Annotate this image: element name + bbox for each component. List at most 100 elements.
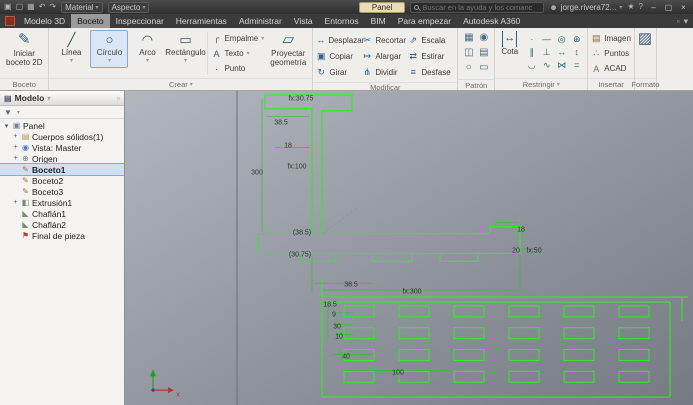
perpendicular-constraint-icon[interactable]: ⊥ (539, 46, 554, 59)
tree-item-vista-master[interactable]: + ◉ Vista: Master (0, 142, 124, 153)
circle-tool[interactable]: ○ Círculo ▾ (90, 30, 129, 68)
maximize-button[interactable]: ▢ (663, 3, 674, 12)
browser-header[interactable]: ▤ Modelo ▾ ▫ (0, 91, 124, 106)
line-tool[interactable]: ╱ Línea ▾ (52, 30, 90, 68)
tangent-constraint-icon[interactable]: ◡ (524, 59, 539, 72)
document-name-badge[interactable]: Panel (358, 1, 406, 13)
tree-item-cuerpos-solidos-1-[interactable]: + ▤ Cuerpos sólidos(1) (0, 131, 124, 142)
close-button[interactable]: × (678, 3, 689, 12)
rotate-tool[interactable]: ↻ Girar (316, 67, 362, 78)
expander-icon[interactable]: + (12, 144, 19, 151)
slot[interactable] (343, 370, 375, 383)
slot[interactable] (343, 327, 375, 340)
slot[interactable] (453, 349, 485, 361)
project-geometry-button[interactable]: ▱ Proyectar geometría (267, 30, 309, 68)
coincident-constraint-icon[interactable]: ∙ (524, 33, 539, 46)
material-dropdown[interactable]: Material ▾ (61, 1, 103, 13)
search-input[interactable] (422, 2, 541, 12)
minimize-button[interactable]: – (648, 3, 659, 12)
tab-para-empezar[interactable]: Para empezar (392, 14, 457, 28)
tab-bim[interactable]: BIM (365, 14, 392, 28)
concentric-constraint-icon[interactable]: ◎ (554, 33, 569, 46)
point-tool[interactable]: ∙ Punto (211, 62, 264, 75)
stretch-tool[interactable]: ⇄ Estirar (408, 51, 454, 62)
slot[interactable] (508, 327, 540, 340)
tab-vista[interactable]: Vista (288, 14, 319, 28)
trim-tool[interactable]: ✂ Recortar (362, 35, 408, 46)
acad-tool[interactable]: A ACAD (591, 62, 631, 75)
slot[interactable] (508, 349, 540, 361)
tab-boceto[interactable]: Boceto (71, 14, 110, 28)
slot[interactable] (343, 305, 375, 318)
tab-herramientas[interactable]: Herramientas (170, 14, 233, 28)
slot-pattern[interactable] (343, 305, 650, 383)
construction-line[interactable] (321, 207, 358, 234)
browser-pin-icon[interactable]: ▫ (117, 93, 120, 103)
format-icon[interactable]: ▨ (638, 30, 652, 48)
favorites-icon[interactable]: ★ (627, 2, 634, 12)
help-icon[interactable]: ? (639, 2, 643, 12)
fillet-tool[interactable]: ╭ Empalme ▾ (211, 32, 265, 45)
panel-toggle-icon[interactable]: ▫ (677, 16, 680, 27)
mirror-icon[interactable]: ◫ (461, 47, 476, 62)
expander-icon[interactable]: + (12, 199, 19, 206)
slot[interactable] (453, 370, 485, 383)
vertical-constraint-icon[interactable]: ↕ (569, 46, 584, 59)
filter-icon[interactable]: ▼ (4, 108, 12, 117)
offset-tool[interactable]: ≡ Desfase (408, 67, 454, 77)
app-icon[interactable]: ▣ (4, 2, 12, 12)
extend-tool[interactable]: ↦ Alargar (362, 51, 408, 62)
slot[interactable] (618, 327, 650, 340)
slot[interactable] (618, 349, 650, 361)
slot[interactable] (398, 349, 430, 361)
tab-autodesk-a360[interactable]: Autodesk A360 (457, 14, 526, 28)
redo-icon[interactable]: ↷ (49, 2, 56, 12)
pattern-rect-icon[interactable]: ▭ (476, 62, 491, 77)
inventor-file-icon[interactable] (5, 16, 15, 26)
tree-item-chaflan2[interactable]: ◣ Chaflán2 (0, 219, 124, 230)
slot[interactable] (398, 327, 430, 340)
group-label-restringir[interactable]: Restringir ▾ (495, 78, 588, 90)
symmetric-constraint-icon[interactable]: ⋈ (554, 59, 569, 72)
horizontal-constraint-icon[interactable]: ↔ (554, 46, 569, 59)
parallel-constraint-icon[interactable]: ∥ (524, 46, 539, 59)
dimension-lines[interactable] (261, 98, 545, 371)
slot[interactable] (508, 370, 540, 383)
sketch-pattern-icon[interactable]: ▤ (476, 47, 491, 62)
tab-inspeccionar[interactable]: Inspeccionar (110, 14, 170, 28)
smooth-constraint-icon[interactable]: ∿ (539, 59, 554, 72)
copy-tool[interactable]: ▣ Copiar (316, 51, 362, 62)
pattern-circle-icon[interactable]: ○ (461, 62, 476, 77)
slot[interactable] (508, 305, 540, 318)
slot[interactable] (563, 327, 595, 340)
slot[interactable] (563, 370, 595, 383)
ribbon-options-icon[interactable]: ▾ (684, 16, 688, 27)
expander-icon[interactable]: + (12, 133, 19, 140)
help-search[interactable] (410, 1, 545, 13)
expander-icon[interactable]: + (12, 155, 19, 162)
slot[interactable] (618, 305, 650, 318)
slot[interactable] (453, 305, 485, 318)
slot[interactable] (398, 370, 430, 383)
tree-item-panel[interactable]: ▾ ▣ Panel (0, 120, 124, 131)
start-2d-sketch-button[interactable]: ✎ Iniciar boceto 2D (3, 30, 45, 68)
image-tool[interactable]: ▤ Imagen (591, 32, 631, 45)
move-tool[interactable]: ↔ Desplazar (316, 35, 364, 45)
sketch-canvas[interactable] (125, 91, 693, 405)
collinear-constraint-icon[interactable]: ― (539, 33, 554, 46)
aspecto-dropdown[interactable]: Aspecto ▾ (107, 1, 150, 13)
circular-pattern-icon[interactable]: ◉ (476, 32, 491, 47)
chevron-down-icon[interactable]: ▾ (17, 109, 20, 116)
rectangular-pattern-icon[interactable]: ▦ (461, 32, 476, 47)
text-tool[interactable]: A Texto ▾ (211, 47, 264, 60)
slot[interactable] (398, 305, 430, 318)
new-file-icon[interactable]: ▢ (16, 2, 24, 12)
fix-constraint-icon[interactable]: ⊕ (569, 33, 584, 46)
group-label-crear[interactable]: Crear ▾ (49, 78, 313, 90)
dimension-button[interactable]: ↔ Cota (498, 30, 521, 57)
tree-item-final-de-pieza[interactable]: ⚑ Final de pieza (0, 230, 124, 241)
tree-item-boceto2[interactable]: ✎ Boceto2 (0, 175, 124, 186)
split-tool[interactable]: ⋔ Dividir (362, 67, 408, 78)
save-icon[interactable]: ▦ (27, 2, 35, 12)
account-menu[interactable]: ☻ jorge.rivera72... ▾ (549, 3, 622, 12)
